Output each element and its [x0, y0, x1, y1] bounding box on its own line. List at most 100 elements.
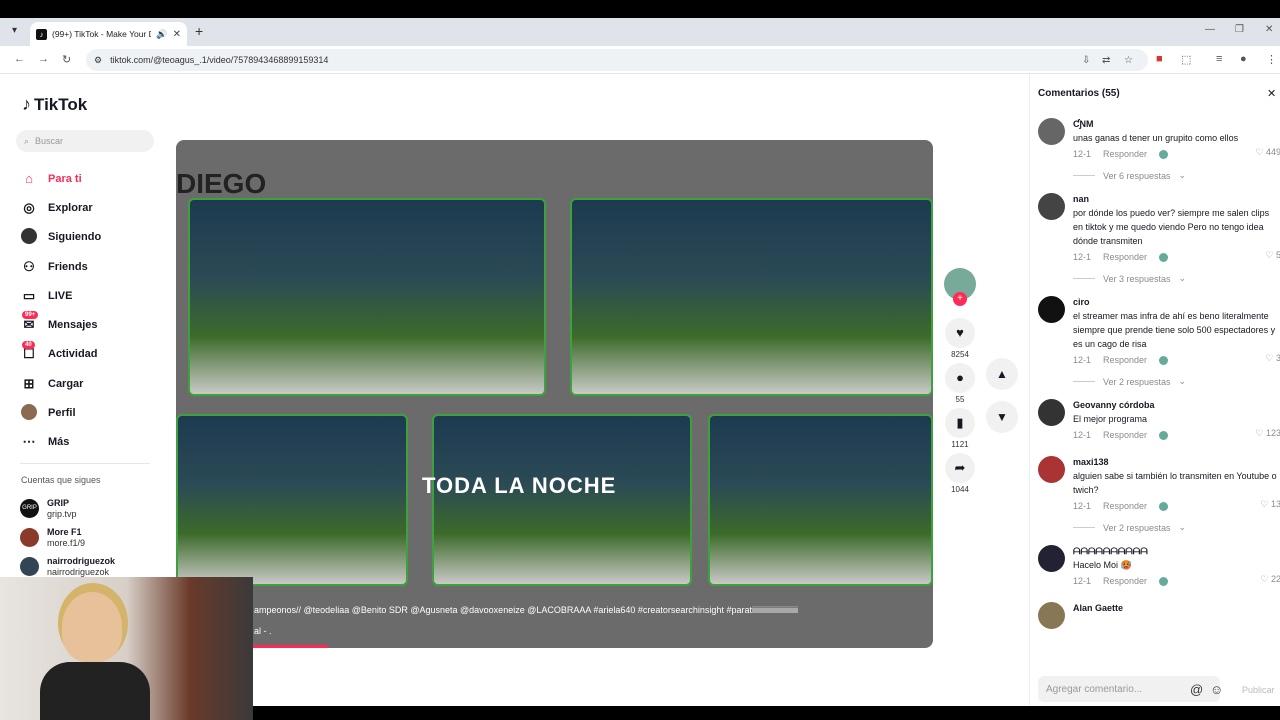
reply-button[interactable]: Responder: [1103, 355, 1147, 365]
url-field[interactable]: ⚙ tiktok.com/@teoagus_.1/video/757894346…: [86, 49, 1148, 71]
site-info-icon[interactable]: ⚙: [94, 55, 102, 66]
following-account[interactable]: More F1 more.f1/9: [20, 523, 115, 552]
translate-icon[interactable]: ⇄: [1102, 55, 1110, 66]
next-video-chevron-down-icon[interactable]: ▼: [986, 401, 1018, 433]
view-replies-button[interactable]: Ver 3 respuestas ⌄: [1073, 273, 1280, 284]
bookmark-star-icon[interactable]: ☆: [1124, 55, 1133, 66]
heart-icon[interactable]: ♥: [945, 318, 975, 348]
share-icon[interactable]: ➦: [945, 453, 975, 483]
view-replies-button[interactable]: Ver 2 respuestas ⌄: [1073, 376, 1280, 387]
comment-action[interactable]: ● 55: [944, 363, 976, 404]
comment-username[interactable]: Alan Gaette: [1073, 602, 1280, 615]
back-icon[interactable]: ←: [14, 53, 25, 65]
save-action[interactable]: ▮ 1121: [944, 408, 976, 449]
tiktok-logo[interactable]: ♪ TikTok: [22, 94, 87, 115]
extension-icon[interactable]: ■: [1156, 53, 1163, 65]
comment-input[interactable]: Agregar comentario... @ ☺: [1038, 676, 1223, 702]
mention-icon[interactable]: @: [1190, 682, 1203, 697]
share-action[interactable]: ➦ 1044: [944, 453, 976, 494]
sidebar-item-mensajes[interactable]: ✉ 99+ Mensajes: [20, 310, 150, 339]
like-action[interactable]: ♥ 8254: [944, 318, 976, 359]
comments-panel: Comentarios (55) ✕ ƇƝM unas ganas d tene…: [1029, 74, 1280, 706]
reaction-emoji-icon: [1159, 355, 1169, 365]
previous-video-chevron-up-icon[interactable]: ▲: [986, 358, 1018, 390]
video-player[interactable]: DIEGO TODA LA NOCHE ampeonos// @teodelia…: [176, 140, 933, 648]
tiktok-note-icon: ♪: [22, 94, 31, 114]
search-input[interactable]: ⌕ Buscar: [16, 130, 154, 152]
close-icon[interactable]: ✕: [1267, 87, 1276, 100]
forward-icon[interactable]: →: [38, 53, 49, 65]
comment-username[interactable]: nan: [1073, 193, 1280, 206]
speaker-icon[interactable]: 🔊: [156, 29, 167, 40]
browser-tab[interactable]: ♪ (99+) TikTok - Make Your Day 🔊 ✕: [30, 22, 187, 46]
comment-like-count[interactable]: ♡ 449: [1255, 147, 1280, 158]
reload-icon[interactable]: ↻: [62, 53, 71, 66]
comments-title: Comentarios (55): [1038, 88, 1120, 99]
video-frame-bottom-center: [432, 414, 692, 586]
video-caption-continued: al - .: [254, 626, 272, 636]
sidebar-item-friends[interactable]: ⚇ Friends: [20, 252, 150, 281]
close-tab-icon[interactable]: ✕: [173, 29, 181, 40]
comment-like-count[interactable]: ♡ 123: [1255, 428, 1280, 439]
reply-button[interactable]: Responder: [1103, 430, 1147, 440]
sidebar-item-explorar[interactable]: ◎ Explorar: [20, 193, 150, 222]
comment-username[interactable]: ᗩᗩᗩᗩᗩᗩᗩᗩᗩᗩ: [1073, 545, 1280, 558]
reaction-emoji-icon: [1159, 149, 1169, 159]
comment-like-count[interactable]: ♡ 13: [1260, 499, 1280, 510]
menu-kebab-icon[interactable]: ⋮: [1266, 53, 1277, 66]
avatar[interactable]: [1038, 545, 1065, 572]
view-replies-button[interactable]: Ver 6 respuestas ⌄: [1073, 170, 1280, 181]
video-caption: ampeonos// @teodeliaa @Benito SDR @Agusn…: [254, 605, 798, 615]
comment-text: El mejor programa: [1073, 414, 1148, 424]
sidebar-item-siguiendo[interactable]: Siguiendo: [20, 223, 150, 252]
avatar[interactable]: [1038, 118, 1065, 145]
install-icon[interactable]: ⇩: [1082, 55, 1090, 66]
video-progress-bar[interactable]: [252, 645, 328, 648]
search-icon: ⌕: [24, 135, 30, 146]
comments-list[interactable]: ƇƝM unas ganas d tener un grupito como e…: [1038, 118, 1280, 635]
sidebar-item-perfil[interactable]: Perfil: [20, 398, 150, 427]
bookmark-icon[interactable]: ▮: [945, 408, 975, 438]
comment-like-count[interactable]: ♡ 5: [1265, 250, 1280, 261]
follow-plus-icon[interactable]: +: [953, 292, 967, 306]
comment-username[interactable]: ƇƝM: [1073, 118, 1280, 131]
reply-button[interactable]: Responder: [1103, 149, 1147, 159]
comment-username[interactable]: maxi138: [1073, 456, 1280, 469]
minimize-icon[interactable]: —: [1205, 24, 1215, 35]
sidebar-item-actividad[interactable]: ☐ 40 Actividad: [20, 340, 150, 369]
view-replies-button[interactable]: Ver 2 respuestas ⌄: [1073, 522, 1280, 533]
comment-icon[interactable]: ●: [945, 363, 975, 393]
sidebar-item-cargar[interactable]: ⊞ Cargar: [20, 369, 150, 398]
comment-like-count[interactable]: ♡ 3: [1265, 353, 1280, 364]
reply-button[interactable]: Responder: [1103, 252, 1147, 262]
publish-button[interactable]: Publicar: [1242, 685, 1275, 695]
avatar[interactable]: [1038, 399, 1065, 426]
sidebar-item-live[interactable]: ▭ LIVE: [20, 281, 150, 310]
puzzle-icon[interactable]: ⬚: [1181, 53, 1191, 66]
sidepanel-icon[interactable]: ≡: [1216, 53, 1222, 65]
activity-icon: ☐: [23, 346, 35, 362]
profile-avatar-icon[interactable]: ●: [1240, 53, 1247, 65]
following-account[interactable]: GRIP GRIP grip.tvp: [20, 494, 115, 523]
tab-search-icon[interactable]: ▾: [12, 25, 17, 36]
avatar[interactable]: [1038, 193, 1065, 220]
emoji-icon[interactable]: ☺: [1210, 682, 1223, 697]
comment-username[interactable]: Geovanny córdoba: [1073, 399, 1280, 412]
avatar[interactable]: [1038, 602, 1065, 629]
avatar[interactable]: [1038, 296, 1065, 323]
creator-avatar[interactable]: +: [944, 268, 976, 306]
avatar[interactable]: [1038, 456, 1065, 483]
sidebar-item-para-ti[interactable]: ⌂ Para ti: [20, 164, 150, 193]
profile-icon: [20, 403, 38, 423]
save-count: 1121: [951, 440, 969, 449]
new-tab-button[interactable]: +: [195, 23, 203, 39]
sidebar-menu: ⌂ Para ti ◎ Explorar Siguiendo ⚇ Friends ▭ L…: [20, 164, 150, 457]
reply-button[interactable]: Responder: [1103, 501, 1147, 511]
close-window-icon[interactable]: ✕: [1265, 24, 1273, 35]
maximize-icon[interactable]: ❐: [1235, 24, 1244, 35]
comment-username[interactable]: ciro: [1073, 296, 1280, 309]
comment-like-count[interactable]: ♡ 22: [1260, 574, 1280, 585]
comment-item: ᗩᗩᗩᗩᗩᗩᗩᗩᗩᗩ Hacelo Moi 🥵 12-1 Responder ♡ 2…: [1038, 545, 1280, 588]
reply-button[interactable]: Responder: [1103, 576, 1147, 586]
sidebar-item-mas[interactable]: ⋯ Más: [20, 428, 150, 457]
